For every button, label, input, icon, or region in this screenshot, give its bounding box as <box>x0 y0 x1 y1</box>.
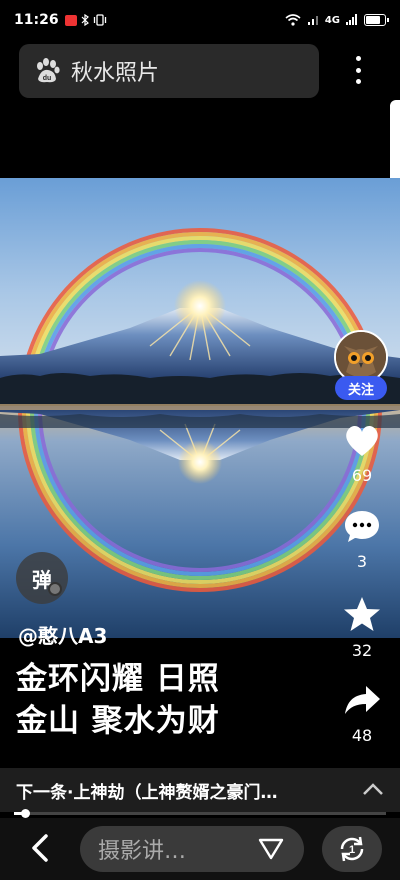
danmaku-off-icon <box>48 582 62 596</box>
swap-circle-icon: 1 <box>340 836 364 862</box>
battery-level <box>366 16 381 24</box>
back-arrow-icon[interactable] <box>26 830 56 866</box>
bottom-bar: 摄影讲… 1 <box>0 818 400 880</box>
comment-icon <box>345 511 379 542</box>
share-arrow-icon <box>345 686 380 714</box>
playback-progress[interactable] <box>14 809 386 818</box>
search-bar[interactable]: du 秋水照片 <box>19 44 319 98</box>
like-action[interactable]: 69 <box>332 422 392 485</box>
baidu-paw-icon: du <box>37 58 60 83</box>
status-time: 11:26 <box>14 12 59 28</box>
share-action[interactable]: 48 <box>332 682 392 745</box>
more-options-button[interactable] <box>342 52 374 88</box>
search-title: 秋水照片 <box>71 61 160 86</box>
like-count: 69 <box>351 466 373 485</box>
caption-line: 金山 聚水为财 <box>16 703 220 739</box>
notification-icons <box>64 14 107 26</box>
post-caption: 金环闪耀 日照 金山 聚水为财 <box>16 658 316 742</box>
signal-muted-icon <box>307 16 318 25</box>
star-icon <box>344 597 380 631</box>
more-dot <box>355 79 361 84</box>
owl-avatar-image <box>336 332 386 382</box>
system-icons: 4G <box>285 14 389 26</box>
comment-input[interactable]: 摄影讲… <box>80 826 304 872</box>
comment-action[interactable]: 3 <box>332 508 392 571</box>
send-triangle-icon[interactable] <box>258 838 284 860</box>
share-count: 48 <box>351 726 373 745</box>
more-dot <box>355 67 361 73</box>
next-item-text: 下一条·上神劫（上神赘婿之豪门… <box>16 782 278 803</box>
danmaku-toggle-button[interactable]: 弹 <box>16 552 68 604</box>
favorite-action[interactable]: 32 <box>332 595 392 660</box>
wifi-icon <box>285 14 301 26</box>
network-type: 4G <box>324 14 340 26</box>
svg-text:1: 1 <box>349 844 355 856</box>
bluetooth-icon <box>81 14 89 26</box>
app-notification-icon <box>64 14 77 26</box>
status-bar: 11:26 4G <box>0 0 400 40</box>
comment-count: 3 <box>356 552 368 571</box>
vibrate-icon <box>93 14 106 26</box>
cell-signal-icon <box>346 14 357 25</box>
favorite-count: 32 <box>351 641 373 660</box>
caption-line: 金环闪耀 日照 <box>16 661 220 697</box>
svg-text:du: du <box>43 75 52 82</box>
swap-button[interactable]: 1 <box>322 826 382 872</box>
progress-knob[interactable] <box>21 809 31 818</box>
author-name[interactable]: @憨八A3 <box>18 620 107 649</box>
chevron-up-icon[interactable] <box>362 780 384 798</box>
heart-icon <box>346 426 378 456</box>
comment-input-placeholder: 摄影讲… <box>98 839 187 864</box>
more-dot <box>355 56 361 61</box>
battery-icon <box>364 14 389 26</box>
follow-button[interactable]: 关注 <box>335 376 387 400</box>
next-item-bar[interactable]: 下一条·上神劫（上神赘婿之豪门… <box>0 768 400 812</box>
